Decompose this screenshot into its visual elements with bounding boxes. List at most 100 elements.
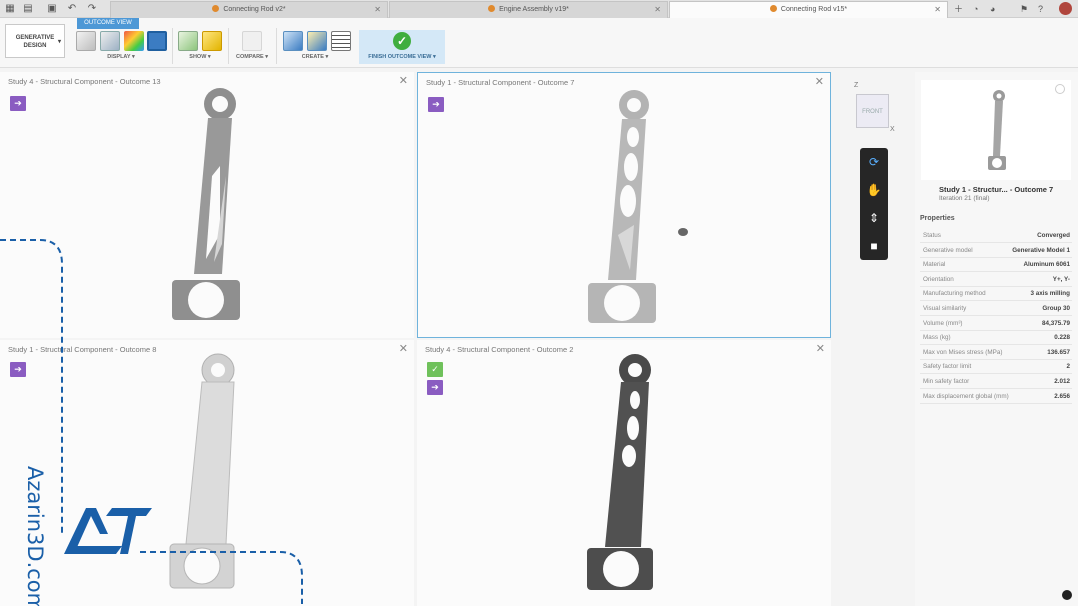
property-row: Visual similarity Group 30 xyxy=(920,302,1072,316)
export-ready-icon[interactable]: ✓ xyxy=(427,362,443,377)
finish-outcome-view-label: FINISH OUTCOME VIEW ▾ xyxy=(368,54,436,60)
property-row: Status Converged xyxy=(920,229,1072,243)
favorite-icon[interactable] xyxy=(1055,84,1065,94)
avatar[interactable] xyxy=(1059,2,1072,15)
tab-engine-assembly-v19[interactable]: Engine Assembly v19* ✕ xyxy=(389,1,668,18)
close-icon[interactable]: ✕ xyxy=(399,342,408,355)
outcome-thumbnail[interactable] xyxy=(921,80,1071,180)
help-icon[interactable]: ? xyxy=(1038,3,1043,15)
view-cube-face[interactable]: FRONT xyxy=(856,94,889,128)
create-list-icon[interactable] xyxy=(331,31,351,51)
property-value: 3 axis milling xyxy=(1030,290,1070,298)
open-outcome-icon[interactable]: ➔ xyxy=(427,380,443,395)
open-outcome-icon[interactable]: ➔ xyxy=(428,97,444,112)
new-tab-icon[interactable]: ＋ xyxy=(954,3,963,15)
property-row: Max von Mises stress (MPa) 136.657 xyxy=(920,346,1072,360)
finish-outcome-view-button[interactable]: ✓ FINISH OUTCOME VIEW ▾ xyxy=(359,30,445,64)
zoom-icon[interactable]: ⇕ xyxy=(866,210,882,226)
stress-display-icon[interactable] xyxy=(124,31,144,51)
property-value: Group 30 xyxy=(1042,305,1070,312)
property-key: Status xyxy=(923,232,941,239)
connecting-rod-model xyxy=(588,90,656,323)
outcome-display-icon[interactable] xyxy=(147,31,167,51)
file-menu-icon[interactable]: ▤ xyxy=(22,3,34,15)
close-icon[interactable]: ✕ xyxy=(815,75,824,88)
solid-display-icon[interactable] xyxy=(76,31,96,51)
outcome-iteration: Iteration 21 (final) xyxy=(939,195,990,202)
panel-title: Study 4 - Structural Component - Outcome… xyxy=(8,77,161,86)
connecting-rod-model xyxy=(587,354,653,590)
document-tab-bar: ▦ ▤ ▣ ↶ ↷ Connecting Rod v2* ✕ Engine As… xyxy=(0,0,1078,18)
tab-connecting-rod-v2[interactable]: Connecting Rod v2* ✕ xyxy=(110,1,388,18)
tab-outcome-view[interactable]: OUTCOME VIEW xyxy=(77,18,139,29)
thumbnail-model xyxy=(988,90,1006,170)
property-row: Material Aluminum 6061 xyxy=(920,258,1072,273)
divider xyxy=(228,28,229,64)
compare-icon[interactable] xyxy=(242,31,262,51)
property-value: Y+, Y- xyxy=(1052,275,1070,283)
property-key: Min safety factor xyxy=(923,378,970,385)
workspace-switcher-button[interactable]: GENERATIVE DESIGN ▾ xyxy=(5,24,65,58)
axis-z-label: Z xyxy=(854,82,859,89)
checkmark-icon: ✓ xyxy=(393,32,411,50)
extensions-icon[interactable]: ◔ xyxy=(973,3,978,15)
create-menu[interactable]: CREATE ▾ xyxy=(293,54,337,60)
property-value: Aluminum 6061 xyxy=(1023,261,1070,269)
notifications-icon[interactable]: ⚑ xyxy=(1020,3,1028,15)
properties-panel: Study 1 - Structur... - Outcome 7 Iterat… xyxy=(915,72,1078,606)
property-value: 0.228 xyxy=(1054,334,1070,342)
property-row: Min safety factor 2.012 xyxy=(920,375,1072,389)
tab-connecting-rod-v15[interactable]: Connecting Rod v15* ✕ xyxy=(669,1,948,18)
show-obstacles-icon[interactable] xyxy=(202,31,222,51)
tab-label: Engine Assembly v19* xyxy=(390,2,667,18)
show-menu[interactable]: SHOW ▾ xyxy=(180,54,220,60)
property-value: 2.656 xyxy=(1054,392,1070,400)
property-row: Mass (kg) 0.228 xyxy=(920,331,1072,346)
save-icon[interactable]: ▣ xyxy=(46,3,58,15)
watermark-logo-icon xyxy=(64,508,152,554)
camera-icon[interactable]: ■ xyxy=(866,238,882,254)
open-outcome-icon[interactable]: ➔ xyxy=(10,96,26,111)
outcome-panel-selected[interactable]: Study 1 - Structural Component - Outcome… xyxy=(417,72,831,338)
pan-hand-icon[interactable]: ✋ xyxy=(866,182,882,198)
close-icon[interactable]: ✕ xyxy=(374,2,381,18)
ribbon-toolbar: GENERATIVE DESIGN ▾ OUTCOME VIEW DISPLAY… xyxy=(0,18,1078,68)
property-value: 84,375.79 xyxy=(1041,319,1070,327)
property-value: Converged xyxy=(1037,232,1070,239)
close-icon[interactable]: ✕ xyxy=(934,2,941,18)
compare-menu[interactable]: COMPARE ▾ xyxy=(232,54,272,60)
job-status-icon[interactable]: ◕ xyxy=(990,3,995,15)
view-cube[interactable]: Z FRONT X xyxy=(852,82,896,134)
document-icon xyxy=(212,5,220,12)
close-icon[interactable]: ✕ xyxy=(399,74,408,87)
close-icon[interactable]: ✕ xyxy=(654,2,661,18)
redo-icon[interactable]: ↷ xyxy=(86,3,98,15)
tab-label-text: Connecting Rod v2* xyxy=(223,6,286,13)
export-design-icon[interactable] xyxy=(307,31,327,51)
undo-icon[interactable]: ↶ xyxy=(66,3,78,15)
watermark-text: Azarin3D.com xyxy=(23,466,47,606)
property-row: Volume (mm³) 84,375.79 xyxy=(920,317,1072,331)
tab-label: Connecting Rod v15* xyxy=(670,2,947,18)
document-icon xyxy=(769,5,777,12)
orbit-icon[interactable]: ⟳ xyxy=(866,154,882,170)
property-key: Max displacement global (mm) xyxy=(923,392,1009,400)
divider xyxy=(172,28,173,64)
close-icon[interactable]: ✕ xyxy=(816,342,825,355)
property-key: Max von Mises stress (MPa) xyxy=(923,348,1003,356)
property-key: Orientation xyxy=(923,275,954,283)
divider xyxy=(276,28,277,64)
mesh-display-icon[interactable] xyxy=(100,31,120,51)
tab-label: Connecting Rod v2* xyxy=(111,2,387,18)
chat-icon[interactable] xyxy=(1062,590,1072,600)
property-row: Generative model Generative Model 1 xyxy=(920,244,1072,258)
create-design-icon[interactable] xyxy=(283,31,303,51)
display-menu[interactable]: DISPLAY ▾ xyxy=(96,54,146,60)
grid-menu-icon[interactable]: ▦ xyxy=(4,3,16,15)
show-geometry-icon[interactable] xyxy=(178,31,198,51)
workspace-label: DESIGN xyxy=(23,43,47,49)
property-value: 2 xyxy=(1066,363,1070,371)
property-key: Material xyxy=(923,261,946,269)
outcome-panel[interactable]: Study 4 - Structural Component - Outcome… xyxy=(417,340,831,606)
properties-heading: Properties xyxy=(920,215,955,222)
